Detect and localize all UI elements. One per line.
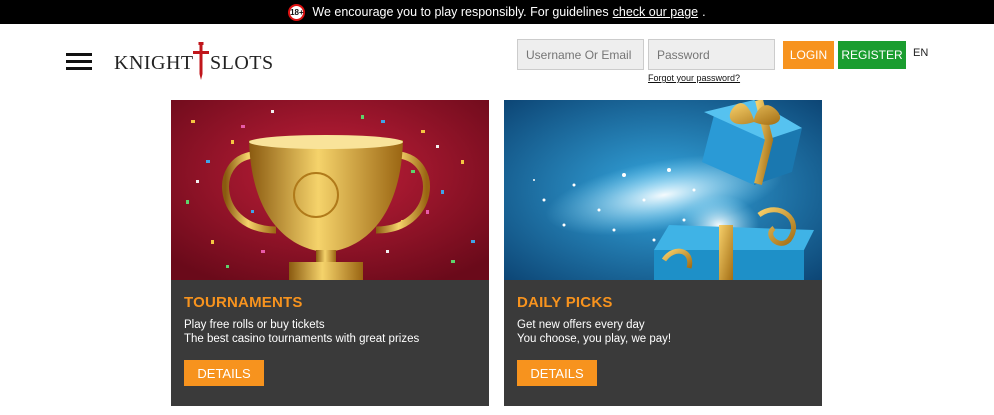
card-description-line: The best casino tournaments with great p… bbox=[184, 333, 420, 345]
card-description-line: Play free rolls or buy tickets bbox=[184, 319, 325, 331]
tournaments-card: TOURNAMENTS Play free rolls or buy ticke… bbox=[171, 100, 489, 406]
responsible-gaming-bar: 18+ We encourage you to play responsibly… bbox=[0, 0, 994, 24]
language-selector[interactable]: EN bbox=[913, 47, 928, 59]
message-suffix: . bbox=[702, 5, 706, 19]
card-title: DAILY PICKS bbox=[517, 294, 613, 311]
logo-text-slots: SLOTS bbox=[210, 52, 274, 74]
age-18-badge-icon: 18+ bbox=[288, 3, 306, 21]
password-input[interactable] bbox=[648, 39, 775, 70]
daily-picks-card: DAILY PICKS Get new offers every day You… bbox=[504, 100, 822, 406]
daily-picks-details-button[interactable]: DETAILS bbox=[517, 360, 597, 386]
tournaments-details-button[interactable]: DETAILS bbox=[184, 360, 264, 386]
gift-box-sparkle-image bbox=[504, 100, 822, 280]
username-input[interactable] bbox=[517, 39, 644, 70]
site-header: KNIGHT SLOTS Forgot your password? LOGIN… bbox=[0, 24, 994, 94]
sword-icon bbox=[193, 42, 209, 80]
register-button[interactable]: REGISTER bbox=[838, 41, 906, 69]
login-button[interactable]: LOGIN bbox=[783, 41, 834, 69]
logo-text-knight: KNIGHT bbox=[114, 52, 194, 74]
trophy-confetti-image bbox=[171, 100, 489, 280]
card-description-line: Get new offers every day bbox=[517, 319, 645, 331]
menu-hamburger-icon[interactable] bbox=[66, 53, 92, 71]
responsible-gaming-message: We encourage you to play responsibly. Fo… bbox=[312, 5, 609, 19]
card-title: TOURNAMENTS bbox=[184, 294, 303, 311]
card-description-line: You choose, you play, we pay! bbox=[517, 333, 672, 345]
check-our-page-link[interactable]: check our page bbox=[613, 5, 698, 19]
forgot-password-link[interactable]: Forgot your password? bbox=[648, 73, 740, 83]
knightslots-logo[interactable]: KNIGHT SLOTS bbox=[114, 42, 273, 82]
